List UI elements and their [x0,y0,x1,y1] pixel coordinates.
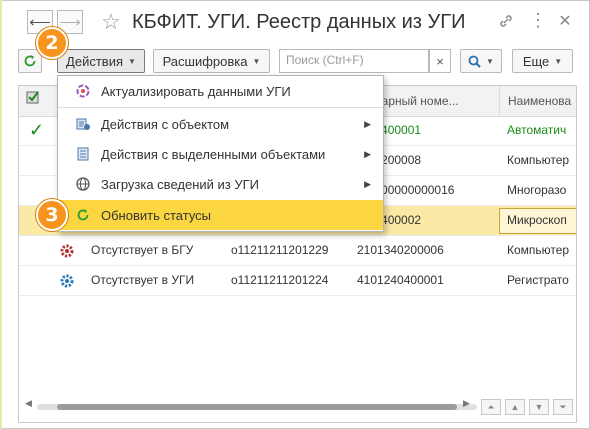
object-icon [74,115,92,133]
list-icon [74,145,92,163]
object-code: о11211211201224 [231,273,329,287]
menu-item-load-from-ugi[interactable]: Загрузка сведений из УГИ ▶ [58,169,383,199]
step-badge-2: 2 [36,27,68,59]
more-actions-button[interactable]: Еще ▼ [512,49,573,73]
next-page-button[interactable]: ▼ [529,399,549,415]
up-icon: ▲ [510,402,520,412]
sync-icon [74,82,92,100]
menu-item-refresh-from-ugi[interactable]: Актуализировать данными УГИ [58,76,383,106]
item-name: Многоразо [507,183,567,197]
scroll-left-icon[interactable]: ◀ [25,398,32,409]
actions-button[interactable]: Действия ▼ [57,49,145,73]
inventory-number: 4101240400001 [357,273,444,287]
horizontal-scrollbar[interactable] [37,404,477,410]
object-code: о11211211201229 [231,243,329,257]
close-icon[interactable]: ✕ [556,13,574,31]
first-page-button[interactable]: ⏶ [481,399,501,415]
item-name: Автоматич [507,123,567,137]
menu-item-object-actions[interactable]: Действия с объектом ▶ [58,109,383,139]
prev-page-button[interactable]: ▲ [505,399,525,415]
left-accent-bar [0,0,2,429]
menu-item-update-statuses[interactable]: Обновить статусы [58,200,383,230]
item-name: Микроскоп [507,213,567,227]
menu-item-label: Обновить статусы [101,207,212,223]
favorite-star-icon[interactable]: ☆ [101,9,121,35]
actions-dropdown-menu: Актуализировать данными УГИ Действия с о… [57,75,384,232]
link-icon[interactable] [497,13,515,34]
menu-separator [58,107,383,108]
actions-label: Действия [66,53,124,69]
status-gear-icon [59,266,75,295]
chevron-down-icon: ▼ [554,56,563,66]
refresh-icon [74,206,92,224]
globe-icon [74,175,92,193]
more-icon[interactable]: ⋮ [529,11,547,29]
checklist-icon [26,91,39,104]
arrow-right-icon: ⟶ [59,14,81,31]
down-icon: ▼ [534,402,544,412]
clear-icon: × [436,53,444,69]
menu-item-selected-objects-actions[interactable]: Действия с выделенными объектами ▶ [58,139,383,169]
search-options-button[interactable]: ▼ [460,49,502,73]
last-page-icon: ⏷ [559,401,567,412]
item-name: Компьютер [507,243,570,257]
status-gear-icon [59,236,75,265]
table-row[interactable]: Отсутствует в БГУ о11211211201229 210134… [19,236,576,266]
table-row[interactable]: Отсутствует в УГИ о11211211201224 410124… [19,266,576,296]
search-input[interactable]: Поиск (Ctrl+F) [279,49,429,73]
decode-button[interactable]: Расшифровка ▼ [153,49,270,73]
check-mark-icon: ✓ [29,120,45,140]
status-text: Отсутствует в УГИ [91,273,195,287]
decode-label: Расшифровка [162,53,248,69]
menu-item-label: Загрузка сведений из УГИ [101,176,259,192]
inventory-number: 2101340200006 [357,243,444,257]
menu-item-label: Действия с выделенными объектами [101,146,326,162]
chevron-down-icon: ▼ [486,56,494,66]
chevron-down-icon: ▼ [252,56,261,66]
page-title: КБФИТ. УГИ. Реестр данных из УГИ [132,11,466,33]
submenu-arrow-icon: ▶ [364,148,371,159]
scrollbar-thumb[interactable] [57,404,457,410]
item-name: Регистрато [507,273,569,287]
more-label: Еще [522,53,550,69]
last-page-button[interactable]: ⏷ [553,399,573,415]
scroll-right-icon[interactable]: ▶ [463,398,470,409]
step-badge-3: 3 [36,199,68,231]
menu-item-label: Действия с объектом [101,116,230,132]
status-text: Отсутствует в БГУ [91,243,194,257]
search-clear-button[interactable]: × [429,49,451,73]
item-name: Компьютер [507,153,570,167]
submenu-arrow-icon: ▶ [364,178,371,189]
first-page-icon: ⏶ [487,401,495,412]
refresh-icon [24,55,36,67]
window-frame: ⟵ ⟶ ☆ КБФИТ. УГИ. Реестр данных из УГИ ⋮… [0,0,590,429]
header-mark-column[interactable] [19,86,47,116]
header-name[interactable]: Наименова [499,86,576,116]
submenu-arrow-icon: ▶ [364,118,371,129]
search-icon [468,55,481,68]
menu-item-label: Актуализировать данными УГИ [101,83,291,99]
chevron-down-icon: ▼ [128,56,136,66]
